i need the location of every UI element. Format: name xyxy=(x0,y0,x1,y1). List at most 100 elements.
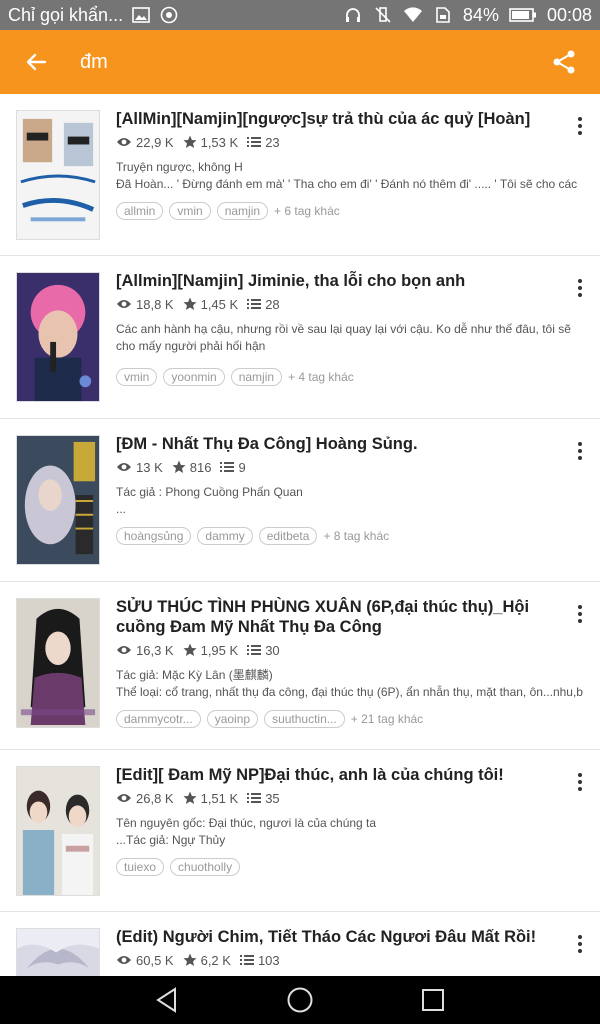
story-description-line: ...Tác giả: Ngự Thủy xyxy=(116,833,226,847)
tag[interactable]: namjin xyxy=(230,368,283,386)
more-vertical-icon[interactable] xyxy=(572,602,588,626)
views-count: 26,8 K xyxy=(136,790,174,806)
tag-list: vmin yoonmin namjin + 4 tag khác xyxy=(116,368,562,386)
story-item[interactable]: [AllMin][Namjin][ngược]sự trả thù của ác… xyxy=(0,94,600,256)
list-icon xyxy=(247,645,262,655)
tag[interactable]: hoàngsủng xyxy=(116,527,192,545)
image-icon xyxy=(131,5,151,25)
list-icon xyxy=(247,299,262,309)
arrow-left-icon xyxy=(26,53,47,71)
star-icon xyxy=(183,953,197,966)
story-title[interactable]: [AllMin][Namjin][ngược]sự trả thù của ác… xyxy=(116,109,562,129)
nav-recents-button[interactable] xyxy=(413,980,453,1020)
more-vertical-icon[interactable] xyxy=(572,114,588,138)
story-stats: 60,5 K 6,2 K 103 xyxy=(116,951,562,969)
story-stats: 22,9 K 1,53 K 23 xyxy=(116,133,562,151)
battery-icon xyxy=(509,5,537,25)
story-cover[interactable] xyxy=(16,598,100,728)
headphones-icon xyxy=(343,5,363,25)
eye-icon xyxy=(117,646,131,654)
status-bar: Chỉ gọi khẩn... 84% 00:08 xyxy=(0,0,600,30)
views-count: 16,3 K xyxy=(136,642,174,658)
parts-count: 23 xyxy=(265,134,280,150)
more-vertical-icon[interactable] xyxy=(572,932,588,956)
sim-icon xyxy=(433,5,453,25)
parts-count: 9 xyxy=(238,459,246,475)
more-tags[interactable]: + 4 tag khác xyxy=(288,370,354,384)
story-title[interactable]: SỬU THÚC TÌNH PHÙNG XUÂN (6P,đại thúc th… xyxy=(116,597,562,637)
tag[interactable]: vmin xyxy=(116,368,158,386)
tag[interactable]: tuiexo xyxy=(116,858,165,876)
more-vertical-icon[interactable] xyxy=(572,276,588,300)
tag[interactable]: yaoinp xyxy=(206,710,259,728)
tag[interactable]: editbeta xyxy=(258,527,318,545)
votes-count: 6,2 K xyxy=(200,952,231,968)
back-button[interactable] xyxy=(0,30,72,94)
votes-count: 816 xyxy=(189,459,212,475)
eye-icon xyxy=(117,463,131,471)
story-cover[interactable] xyxy=(16,272,100,402)
story-title[interactable]: [Allmin][Namjin] Jiminie, tha lỗi cho bọ… xyxy=(116,271,562,291)
tag-list: dammycotr... yaoinp suuthuctin... + 21 t… xyxy=(116,710,562,728)
story-item[interactable]: SỬU THÚC TÌNH PHÙNG XUÂN (6P,đại thúc th… xyxy=(0,582,600,750)
tag[interactable]: namjin xyxy=(216,202,269,220)
story-description-line: Thể loại: cổ trang, nhất thụ đa công, đạ… xyxy=(116,685,583,699)
list-icon xyxy=(247,137,262,147)
tag[interactable]: yoonmin xyxy=(163,368,225,386)
story-stats: 13 K 816 9 xyxy=(116,458,562,476)
story-cover[interactable] xyxy=(16,766,100,896)
story-cover[interactable] xyxy=(16,435,100,565)
nav-back-button[interactable] xyxy=(147,980,187,1020)
votes-count: 1,95 K xyxy=(200,642,239,658)
more-tags[interactable]: + 8 tag khác xyxy=(323,529,389,543)
wifi-icon xyxy=(403,5,423,25)
tag[interactable]: chuotholly xyxy=(170,858,241,876)
views-count: 22,9 K xyxy=(136,134,174,150)
story-item[interactable]: [ĐM - Nhất Thụ Đa Công] Hoàng Sủng. 13 K… xyxy=(0,419,600,582)
views-count: 18,8 K xyxy=(136,296,174,312)
votes-count: 1,51 K xyxy=(200,790,239,806)
tag-list: allmin vmin namjin + 6 tag khác xyxy=(116,202,562,220)
tag[interactable]: dammycotr... xyxy=(116,710,201,728)
system-nav-bar xyxy=(0,976,600,1024)
star-icon xyxy=(183,643,197,656)
app-notification-icon xyxy=(159,5,179,25)
tag[interactable]: dammy xyxy=(197,527,253,545)
story-item[interactable]: (Edit) Người Chim, Tiết Tháo Các Ngươi Đ… xyxy=(0,912,600,976)
story-cover[interactable] xyxy=(16,928,100,976)
eye-icon xyxy=(117,300,131,308)
clock: 00:08 xyxy=(546,4,592,25)
story-title[interactable]: (Edit) Người Chim, Tiết Tháo Các Ngươi Đ… xyxy=(116,927,562,947)
tag[interactable]: suuthuctin... xyxy=(264,710,345,728)
more-vertical-icon[interactable] xyxy=(572,770,588,794)
story-description-line: Tác giả : Phong Cuồng Phấn Quan xyxy=(116,485,303,499)
story-item[interactable]: [Allmin][Namjin] Jiminie, tha lỗi cho bọ… xyxy=(0,256,600,419)
story-stats: 16,3 K 1,95 K 30 xyxy=(116,641,562,659)
notification-text: Chỉ gọi khẩn... xyxy=(8,4,124,25)
views-count: 60,5 K xyxy=(136,952,174,968)
story-stats: 26,8 K 1,51 K 35 xyxy=(116,789,562,807)
square-recents-icon xyxy=(422,989,445,1011)
tag-list: tuiexo chuotholly xyxy=(116,858,562,876)
vibrate-off-icon xyxy=(373,5,393,25)
story-item[interactable]: [Edit][ Đam Mỹ NP]Đại thúc, anh là của c… xyxy=(0,750,600,912)
more-tags[interactable]: + 21 tag khác xyxy=(351,712,423,726)
more-tags[interactable]: + 6 tag khác xyxy=(274,204,340,218)
list-icon xyxy=(247,793,262,803)
share-icon xyxy=(553,50,575,74)
star-icon xyxy=(183,297,197,310)
story-title[interactable]: [ĐM - Nhất Thụ Đa Công] Hoàng Sủng. xyxy=(116,434,562,454)
views-count: 13 K xyxy=(136,459,163,475)
nav-home-button[interactable] xyxy=(280,980,320,1020)
story-list[interactable]: [AllMin][Namjin][ngược]sự trả thù của ác… xyxy=(0,94,600,976)
story-cover[interactable] xyxy=(16,110,100,240)
tag[interactable]: allmin xyxy=(116,202,164,220)
story-title[interactable]: [Edit][ Đam Mỹ NP]Đại thúc, anh là của c… xyxy=(116,765,562,785)
more-vertical-icon[interactable] xyxy=(572,439,588,463)
parts-count: 28 xyxy=(265,296,280,312)
story-description-line: Truyện ngược, không H xyxy=(116,160,243,174)
story-description-line: Tên nguyên gốc: Đại thúc, ngươi là của c… xyxy=(116,816,377,830)
share-button[interactable] xyxy=(528,30,600,94)
triangle-back-icon xyxy=(155,987,176,1013)
tag[interactable]: vmin xyxy=(169,202,211,220)
